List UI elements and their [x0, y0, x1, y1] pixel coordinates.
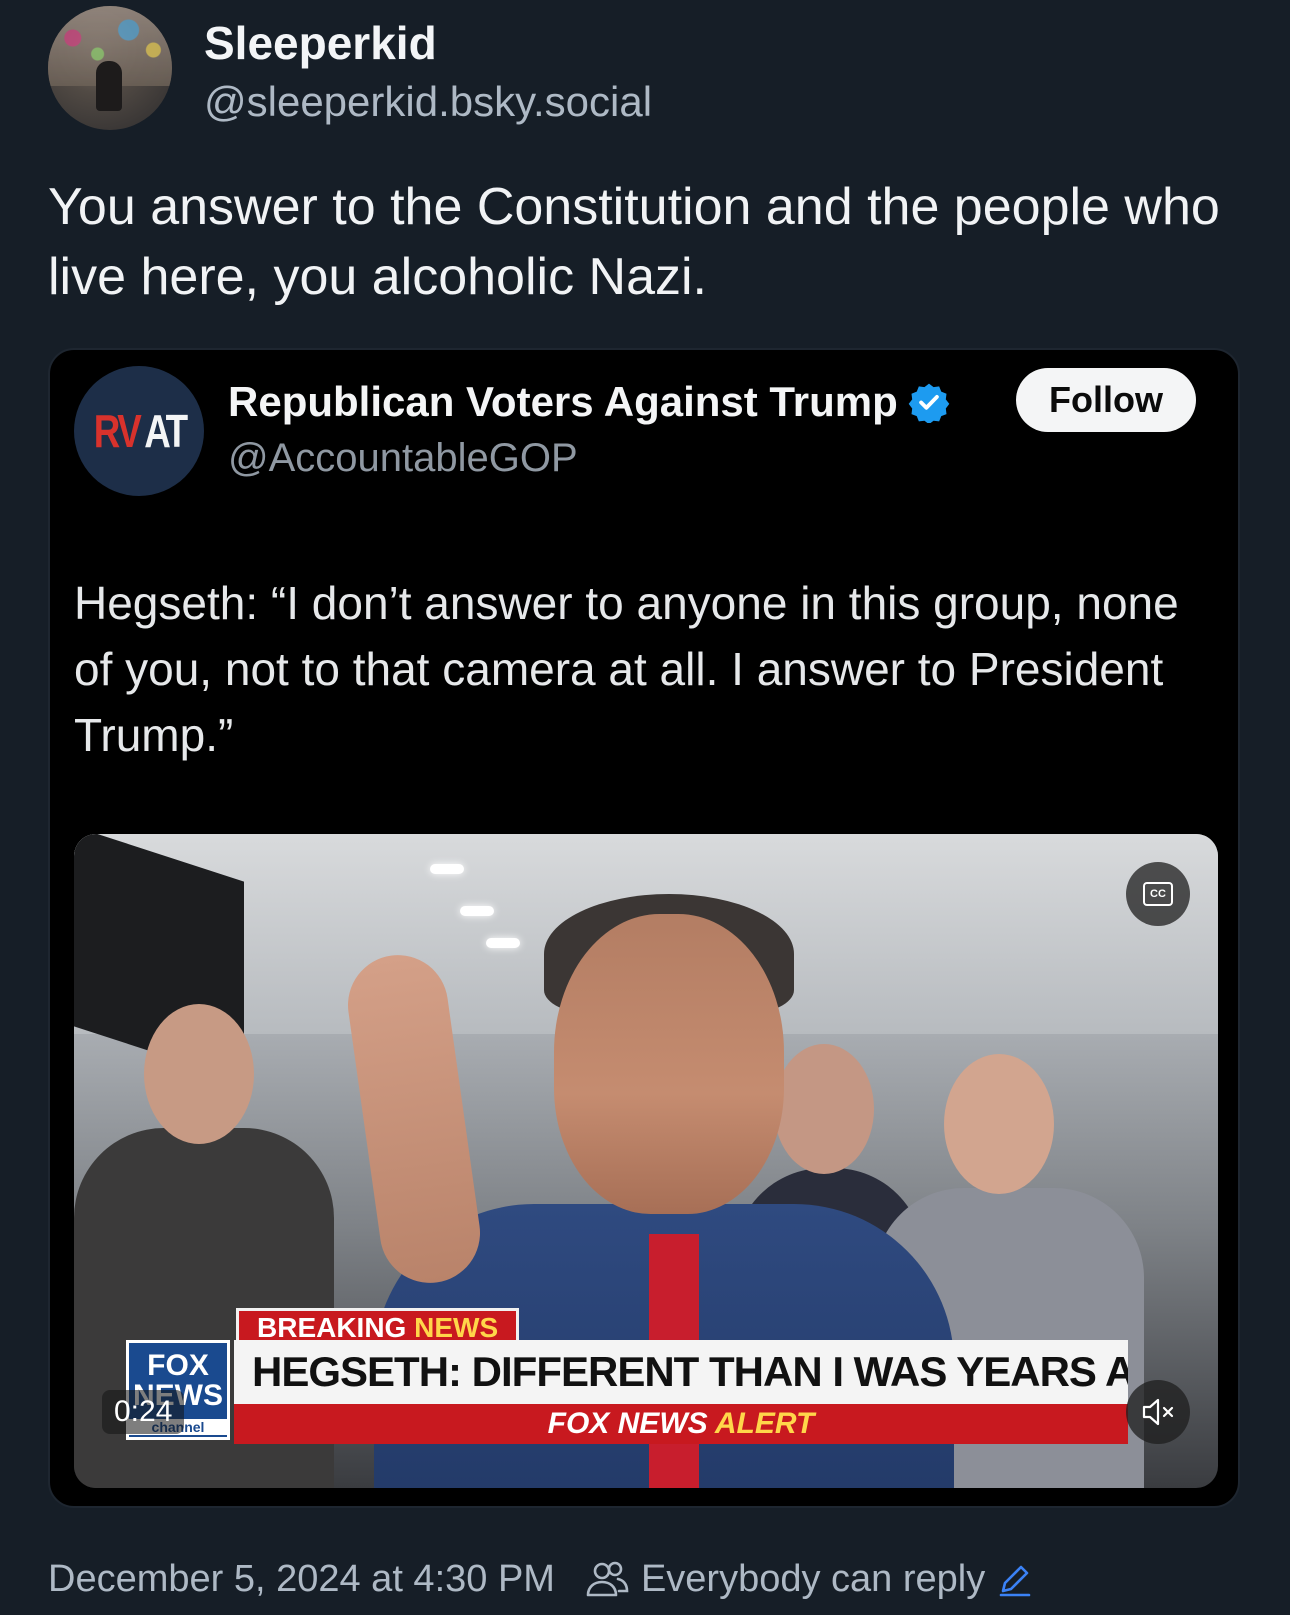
ceiling-light	[430, 864, 464, 874]
author-avatar[interactable]	[48, 6, 172, 130]
embed-display-name: Republican Voters Against Trump	[228, 378, 898, 425]
alert-fox-news: FOX NEWS	[547, 1407, 708, 1440]
post-text: You answer to the Constitution and the p…	[48, 178, 1220, 306]
video-player: CC BREAKING NEWS FOX NEWS channel HEGSET…	[74, 834, 1218, 1488]
embed-avatar-rv: RV	[93, 405, 141, 457]
embed-avatar-at: AT	[143, 405, 188, 457]
verified-badge-icon	[908, 383, 950, 423]
reply-setting[interactable]: Everybody can reply	[585, 1558, 1033, 1601]
embed-avatar: RV AT	[74, 366, 204, 496]
pencil-edit-icon[interactable]	[997, 1561, 1033, 1597]
chyron-headline: HEGSETH: DIFFERENT THAN I WAS YEARS AGO	[234, 1340, 1128, 1404]
embedded-post-image[interactable]: RV AT Republican Voters Against Trump @Ac…	[48, 348, 1240, 1508]
reply-setting-label: Everybody can reply	[640, 1557, 986, 1600]
crowd-head	[774, 1044, 874, 1174]
embed-text: Hegseth: “I don’t answer to anyone in th…	[74, 577, 1179, 761]
video-timestamp: 0:24	[102, 1390, 185, 1434]
post-date: December 5, 2024 at 4:30 PM	[48, 1557, 555, 1600]
people-icon	[586, 1561, 629, 1597]
mute-button	[1126, 1380, 1190, 1444]
chyron-alert: FOX NEWS ALERT	[234, 1404, 1128, 1444]
alert-word: ALERT	[714, 1407, 815, 1440]
muted-speaker-icon	[1142, 1398, 1174, 1426]
author-display-name[interactable]: Sleeperkid	[204, 16, 437, 70]
closed-captions-button: CC	[1126, 862, 1190, 926]
post-header: Sleeperkid @sleeperkid.bsky.social	[48, 6, 1248, 131]
embed-display-name-row: Republican Voters Against Trump	[228, 378, 950, 426]
ceiling-light	[486, 938, 520, 948]
fox-logo-top: FOX	[147, 1349, 209, 1382]
speaker-face	[554, 914, 784, 1214]
post-footer: December 5, 2024 at 4:30 PM Everybody ca…	[48, 1552, 1248, 1606]
cc-icon: CC	[1143, 882, 1173, 906]
crowd-head	[944, 1054, 1054, 1194]
ceiling-light	[460, 906, 494, 916]
follow-button: Follow	[1016, 368, 1196, 432]
crowd-head	[144, 1004, 254, 1144]
avatar-person	[96, 61, 122, 111]
embed-handle: @AccountableGOP	[228, 436, 578, 480]
breaking-label: BREAKING	[257, 1312, 407, 1343]
breaking-news-word: NEWS	[414, 1312, 499, 1343]
author-handle[interactable]: @sleeperkid.bsky.social	[204, 78, 652, 126]
